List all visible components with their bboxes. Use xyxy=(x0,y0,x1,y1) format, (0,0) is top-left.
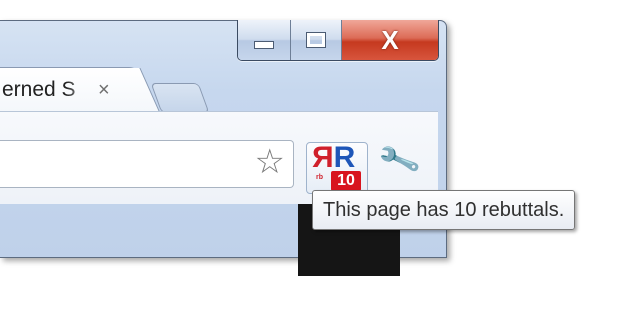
logo-small-text: rb xyxy=(316,174,323,181)
minimize-button[interactable] xyxy=(238,20,291,60)
rebuttals-extension-button[interactable]: RR rb 10 xyxy=(306,141,368,194)
maximize-button[interactable] xyxy=(291,20,342,60)
rebuttals-logo-icon: RR xyxy=(315,141,355,174)
tab-close-icon[interactable]: × xyxy=(98,79,110,102)
rebuttal-count-badge: 10 xyxy=(331,171,361,191)
wrench-menu-icon[interactable]: 🔧 xyxy=(376,139,422,183)
tab-title: erned S xyxy=(2,78,76,101)
close-window-button[interactable]: X xyxy=(342,20,438,60)
bookmark-star-icon[interactable]: ☆ xyxy=(255,145,285,179)
new-tab-button[interactable] xyxy=(150,83,210,113)
address-bar[interactable]: ☆ xyxy=(0,140,294,188)
tab-active[interactable]: erned S × xyxy=(0,67,141,112)
maximize-icon xyxy=(306,32,326,48)
close-icon: X xyxy=(381,25,399,55)
minimize-icon xyxy=(254,41,274,49)
extension-tooltip: This page has 10 rebuttals. xyxy=(312,190,576,230)
window-caption-buttons: X xyxy=(237,20,439,61)
